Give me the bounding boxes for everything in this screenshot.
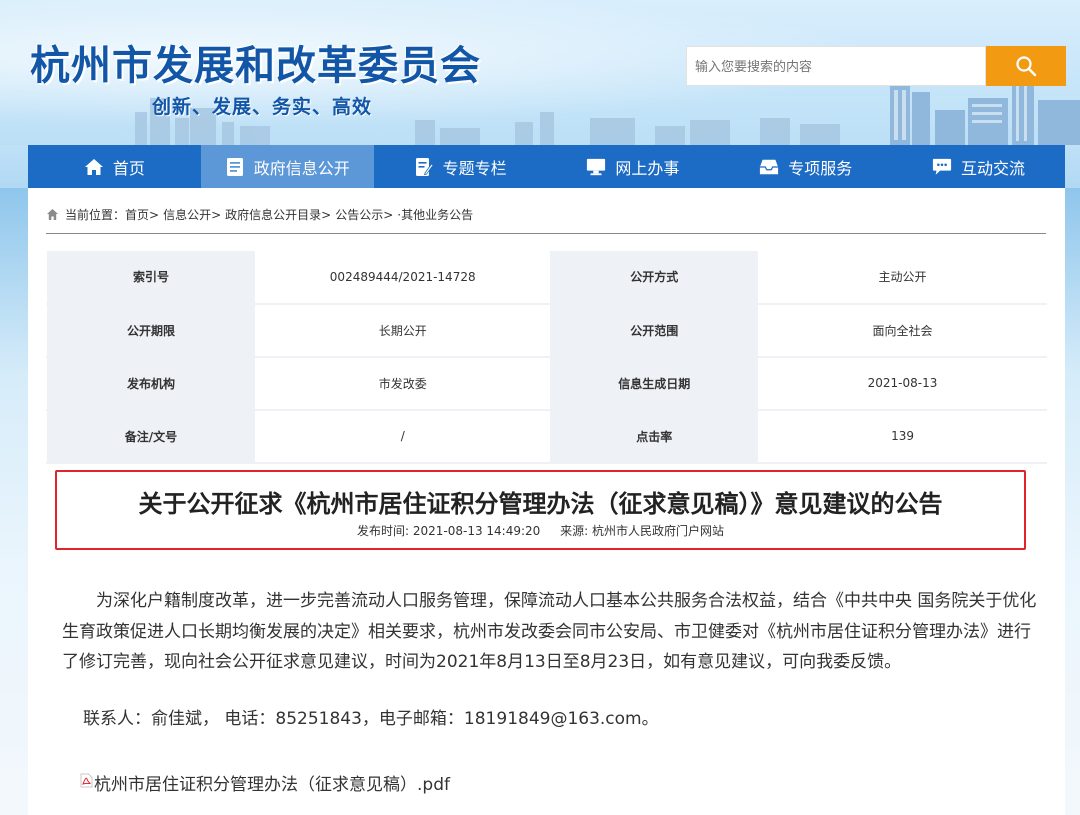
info-value: 面向全社会 xyxy=(758,303,1047,358)
chat-icon xyxy=(932,157,952,177)
info-key: 公开方式 xyxy=(549,250,760,305)
header-banner: 杭州市发展和改革委员会 创新、发展、务实、高效 xyxy=(0,0,1080,145)
title-highlight-box: 关于公开征求《杭州市居住证积分管理办法（征求意见稿）》意见建议的公告 发布时间:… xyxy=(55,470,1026,550)
article-source: 来源: 杭州市人民政府门户网站 xyxy=(560,524,724,538)
nav-item-interaction[interactable]: 互动交流 xyxy=(892,145,1065,188)
nav-label: 专项服务 xyxy=(788,158,853,178)
article-paragraph: 为深化户籍制度改革，进一步完善流动人口服务管理，保障流动人口基本公共服务合法权益… xyxy=(62,591,1037,672)
nav-label: 政府信息公开 xyxy=(253,158,350,178)
info-key: 索引号 xyxy=(46,250,256,305)
info-key: 信息生成日期 xyxy=(549,356,760,411)
info-key: 公开期限 xyxy=(46,303,256,358)
search-button[interactable] xyxy=(986,46,1066,86)
inbox-icon xyxy=(759,157,779,177)
edit-icon xyxy=(414,157,434,177)
breadcrumb-catalog[interactable]: 政府信息公开目录> xyxy=(225,206,331,223)
nav-label: 专题专栏 xyxy=(442,158,507,178)
info-value: 002489444/2021-14728 xyxy=(254,250,551,305)
home-icon xyxy=(84,157,104,177)
table-row: 备注/文号 / 点击率 139 xyxy=(46,409,1047,464)
background-sea-left xyxy=(0,188,28,815)
info-key: 备注/文号 xyxy=(46,409,256,464)
pdf-icon xyxy=(80,773,93,793)
info-value: 主动公开 xyxy=(758,250,1047,305)
table-row: 索引号 002489444/2021-14728 公开方式 主动公开 xyxy=(46,250,1047,305)
nav-item-gov-info[interactable]: 政府信息公开 xyxy=(200,145,374,188)
main-nav: 首页 政府信息公开 专题专栏 网上办事 专项服务 互动交流 xyxy=(28,145,1065,188)
table-row: 发布机构 市发改委 信息生成日期 2021-08-13 xyxy=(46,356,1047,411)
nav-label: 首页 xyxy=(112,158,145,178)
nav-item-home[interactable]: 首页 xyxy=(28,145,201,188)
info-key: 公开范围 xyxy=(549,303,760,358)
info-key: 发布机构 xyxy=(46,356,256,411)
article-body: 为深化户籍制度改革，进一步完善流动人口服务管理，保障流动人口基本公共服务合法权益… xyxy=(62,586,1037,678)
info-value: 2021-08-13 xyxy=(758,356,1047,411)
info-value: 长期公开 xyxy=(254,303,551,358)
search-icon xyxy=(1016,56,1037,77)
article-meta: 发布时间: 2021-08-13 14:49:20 来源: 杭州市人民政府门户网… xyxy=(57,522,1024,539)
site-title: 杭州市发展和改革委员会 xyxy=(30,42,481,89)
breadcrumb-current[interactable]: ·其他业务公告 xyxy=(397,206,473,223)
breadcrumb-home[interactable]: 首页> xyxy=(125,206,159,223)
attachment-link[interactable]: 杭州市居住证积分管理办法（征求意见稿）.pdf xyxy=(80,770,450,795)
table-row: 公开期限 长期公开 公开范围 面向全社会 xyxy=(46,303,1047,358)
nav-item-special-topics[interactable]: 专题专栏 xyxy=(374,145,547,188)
info-table: 索引号 002489444/2021-14728 公开方式 主动公开 公开期限 … xyxy=(46,250,1047,464)
info-value: / xyxy=(254,409,551,464)
breadcrumb-prefix: 当前位置： xyxy=(65,208,126,222)
info-key: 点击率 xyxy=(549,409,760,464)
background-sea-right xyxy=(1065,188,1080,815)
info-value: 139 xyxy=(758,409,1047,464)
publish-time: 发布时间: 2021-08-13 14:49:20 xyxy=(357,524,541,538)
contact-info: 联系人：俞佳斌， 电话：85251843，电子邮箱：18191849@163.c… xyxy=(83,709,659,729)
info-value: 市发改委 xyxy=(254,356,551,411)
search-input[interactable] xyxy=(686,46,986,86)
nav-item-special-services[interactable]: 专项服务 xyxy=(719,145,892,188)
attachment-name[interactable]: 杭州市居住证积分管理办法（征求意见稿）.pdf xyxy=(94,770,450,795)
document-list-icon xyxy=(225,157,245,177)
nav-label: 互动交流 xyxy=(961,158,1026,178)
breadcrumb: 当前位置： 首页> 信息公开> 政府信息公开目录> 公告公示> ·其他业务公告 xyxy=(46,206,1046,234)
site-slogan: 创新、发展、务实、高效 xyxy=(152,96,373,118)
location-icon xyxy=(46,208,59,221)
breadcrumb-notices[interactable]: 公告公示> xyxy=(335,206,393,223)
main-content: 当前位置： 首页> 信息公开> 政府信息公开目录> 公告公示> ·其他业务公告 … xyxy=(28,188,1065,815)
monitor-icon xyxy=(586,157,606,177)
nav-label: 网上办事 xyxy=(615,158,680,178)
breadcrumb-info-open[interactable]: 信息公开> xyxy=(163,206,221,223)
article-title: 关于公开征求《杭州市居住证积分管理办法（征求意见稿）》意见建议的公告 xyxy=(138,490,943,518)
nav-item-online-services[interactable]: 网上办事 xyxy=(546,145,719,188)
